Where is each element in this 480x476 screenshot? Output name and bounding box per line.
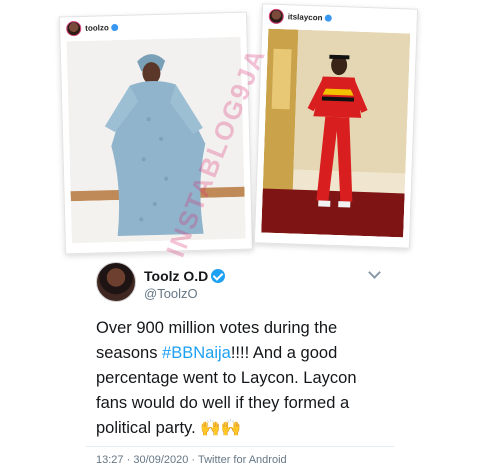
post-photo[interactable] [261,28,411,238]
profile-avatar[interactable] [96,262,136,302]
photo-laycon-image [261,28,411,238]
tweet-meta: 13:27 · 30/09/2020 · Twitter for Android [96,454,287,466]
tweet-display-name-row[interactable]: Toolz O.D [144,268,226,284]
display-name[interactable]: Toolz O.D [144,268,208,284]
post-header: itslaycon [262,4,417,31]
post-photo[interactable] [66,36,246,244]
tweet-text: Over 900 million votes during the season… [96,316,386,441]
meta-separator: · [191,454,196,466]
tweet-card: Toolz O.D @ToolzO Over 900 million votes… [80,256,400,474]
verified-badge-icon [110,23,118,31]
post-username[interactable]: itslaycon [288,12,323,22]
tweet-date[interactable]: 30/09/2020 [133,454,188,466]
tweet-client[interactable]: Twitter for Android [198,454,287,466]
avatar[interactable] [268,8,285,24]
post-username[interactable]: toolzo [85,23,109,33]
photo-toolzo-image [66,36,246,244]
meta-separator: · [126,454,131,466]
user-handle[interactable]: @ToolzO [144,286,198,301]
chevron-down-icon[interactable] [368,266,381,279]
verified-badge-icon [324,14,332,22]
avatar[interactable] [66,20,82,36]
post-header: toolzo [60,13,247,40]
instagram-post-toolzo[interactable]: toolzo [58,11,254,255]
tweet-time[interactable]: 13:27 [96,454,124,466]
verified-badge-icon [211,269,226,283]
instagram-post-itslaycon[interactable]: itslaycon [253,3,419,249]
hashtag-link[interactable]: #BBNaija [162,344,231,362]
divider [86,446,394,447]
